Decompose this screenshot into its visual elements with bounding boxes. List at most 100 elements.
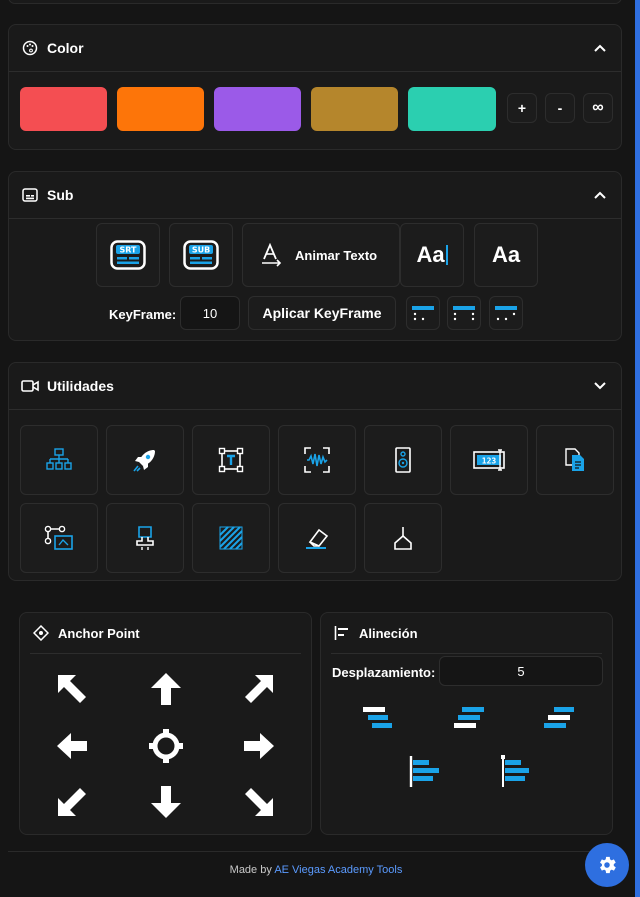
keyframe-linear-button[interactable] [447,296,481,330]
swatch-teal[interactable] [408,87,496,131]
keyframe-input[interactable]: 10 [180,296,240,330]
chevron-down-icon[interactable] [593,379,607,393]
previous-panel-edge [8,0,622,4]
palette-icon [21,39,39,57]
stagger-right-icon [544,707,574,728]
sub-icon-text: SUB [192,246,210,255]
scrollbar-edge[interactable] [635,0,640,897]
anchor-top-left-button[interactable] [52,669,92,709]
sub-panel-header[interactable]: Sub [9,172,621,219]
documents-button[interactable] [536,425,614,495]
chevron-up-icon[interactable] [593,188,607,202]
alignment-header: Alineción [331,613,602,654]
keyframe-label: KeyFrame: [109,307,177,322]
sub-panel-title: Sub [47,187,74,203]
align-left-edge-button[interactable] [405,751,445,791]
offset-label: Desplazamiento: [332,665,436,680]
hatch-pattern-icon [219,526,243,550]
sub-button[interactable]: SUB [169,223,233,287]
hierarchy-button[interactable] [20,425,98,495]
align-left-icon [333,624,351,642]
stagger-left-icon [363,707,392,728]
anchor-bottom-right-button[interactable] [239,782,279,822]
align-left-shift-icon [501,755,529,787]
text-cursor-icon [261,243,283,267]
anchor-right-button[interactable] [239,726,279,766]
alignment-title: Alineción [359,625,418,641]
utilidades-panel-header[interactable]: Utilidades [9,363,621,410]
offset-input[interactable]: 5 [439,656,603,686]
alignment-panel: Alineción Desplazamiento: 5 [320,612,613,835]
stamp-icon [136,526,154,550]
add-color-button[interactable]: + [507,93,537,123]
footer-link[interactable]: AE Viegas Academy Tools [274,864,402,876]
stamp-button[interactable] [106,503,184,573]
ease-in-icon [412,306,434,321]
arrow-down-right-icon [245,788,273,816]
align-stagger-center-button[interactable] [449,701,489,733]
anchor-bottom-button[interactable] [146,782,186,822]
remove-color-button[interactable]: - [545,93,575,123]
arrow-left-icon [57,733,87,759]
shape-link-icon [44,525,73,550]
text-box-button[interactable] [192,425,270,495]
counter-button[interactable]: 123 [450,425,528,495]
cursor-bar-icon [445,245,448,265]
target-icon [149,729,183,763]
anchor-point-title: Anchor Point [58,625,140,641]
swatch-orange[interactable] [117,87,204,131]
settings-button[interactable] [585,843,629,887]
swatch-gold[interactable] [311,87,398,131]
chevron-up-icon[interactable] [593,41,607,55]
anchor-top-button[interactable] [146,669,186,709]
gear-icon [600,856,616,874]
sub-panel: Sub SRT SUB Animar Texto Aa Aa KeyFrame:… [8,171,622,341]
utilidades-panel-title: Utilidades [47,378,114,394]
align-stagger-right-button[interactable] [539,701,579,733]
footer-prefix: Made by [229,864,272,876]
font-style-icon: Aa [491,242,521,267]
arrow-down-icon [151,786,181,818]
footer: Made by AE Viegas Academy Tools [0,864,632,876]
srt-button[interactable]: SRT [96,223,160,287]
align-stagger-left-button[interactable] [357,701,397,733]
crosshair-icon [32,624,50,642]
anchor-top-right-button[interactable] [239,669,279,709]
text-box-icon [218,447,244,473]
shape-link-button[interactable] [20,503,98,573]
anchor-left-button[interactable] [52,726,92,766]
swatch-red[interactable] [20,87,107,131]
utilidades-panel: Utilidades 123 [8,362,622,581]
footer-divider [8,851,622,852]
animate-text-button[interactable]: Animar Texto [242,223,400,287]
eraser-button[interactable] [278,503,356,573]
font-size-button[interactable]: Aa [400,223,464,287]
align-left-edge-icon [409,756,439,787]
hatch-button[interactable] [192,503,270,573]
font-size-icon: Aa [416,242,445,267]
linear-icon [453,306,475,321]
arrow-up-right-icon [245,675,273,703]
speaker-button[interactable] [364,425,442,495]
align-left-shift-button[interactable] [497,751,537,791]
keyframe-ease-out-button[interactable] [489,296,523,330]
anchor-shape-button[interactable] [364,503,442,573]
keyframe-ease-in-button[interactable] [406,296,440,330]
color-panel-header[interactable]: Color [9,25,621,72]
counter-icon: 123 [473,449,505,471]
video-camera-icon [21,377,39,395]
apply-keyframe-button[interactable]: Aplicar KeyFrame [248,296,396,330]
counter-icon-text: 123 [482,457,497,466]
swatch-purple[interactable] [214,87,301,131]
audio-wave-icon [304,447,330,473]
anchor-center-button[interactable] [146,726,186,766]
launch-button[interactable] [106,425,184,495]
ease-out-icon [495,306,517,321]
font-style-button[interactable]: Aa [474,223,538,287]
srt-icon-text: SRT [119,246,137,255]
audio-scan-button[interactable] [278,425,356,495]
arrow-right-icon [244,733,274,759]
anchor-bottom-left-button[interactable] [52,782,92,822]
documents-icon [565,448,584,471]
infinity-button[interactable]: ∞ [583,93,613,123]
